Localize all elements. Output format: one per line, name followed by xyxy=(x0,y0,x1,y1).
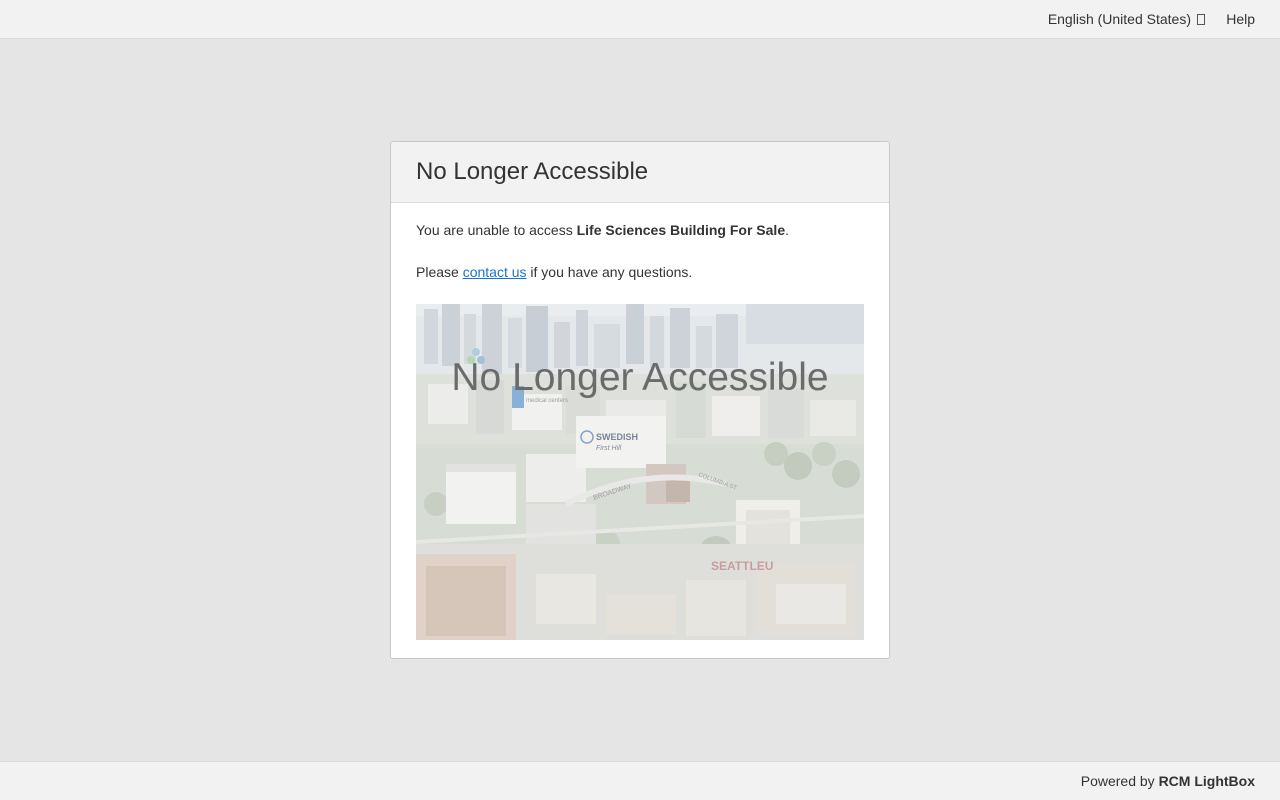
contact-prefix: Please xyxy=(416,264,463,280)
top-bar: English (United States) Help xyxy=(0,0,1280,39)
notice-card: No Longer Accessible You are unable to a… xyxy=(390,141,890,659)
message-suffix: . xyxy=(785,222,789,238)
access-message: You are unable to access Life Sciences B… xyxy=(416,220,864,240)
language-selector[interactable]: English (United States) xyxy=(1048,11,1205,27)
message-prefix: You are unable to access xyxy=(416,222,577,238)
contact-message: Please contact us if you have any questi… xyxy=(416,262,864,282)
brand-name: RCM LightBox xyxy=(1158,773,1255,789)
property-name: Life Sciences Building For Sale xyxy=(576,222,786,238)
card-header: No Longer Accessible xyxy=(391,142,889,203)
powered-by: Powered by RCM LightBox xyxy=(1081,773,1255,789)
photo-overlay-text: No Longer Accessible xyxy=(451,356,828,399)
contact-suffix: if you have any questions. xyxy=(526,264,693,280)
chevron-down-icon xyxy=(1197,14,1205,25)
page-title: No Longer Accessible xyxy=(416,158,649,185)
help-link[interactable]: Help xyxy=(1226,11,1255,27)
property-photo: medical centers SWEDISH First Hill BROAD… xyxy=(416,304,864,640)
card-body: You are unable to access Life Sciences B… xyxy=(391,203,889,640)
contact-us-link[interactable]: contact us xyxy=(463,264,527,280)
footer: Powered by RCM LightBox xyxy=(0,761,1280,800)
aerial-photo-illustration: medical centers SWEDISH First Hill BROAD… xyxy=(416,304,864,640)
powered-prefix: Powered by xyxy=(1080,773,1159,789)
language-label: English (United States) xyxy=(1047,11,1191,27)
